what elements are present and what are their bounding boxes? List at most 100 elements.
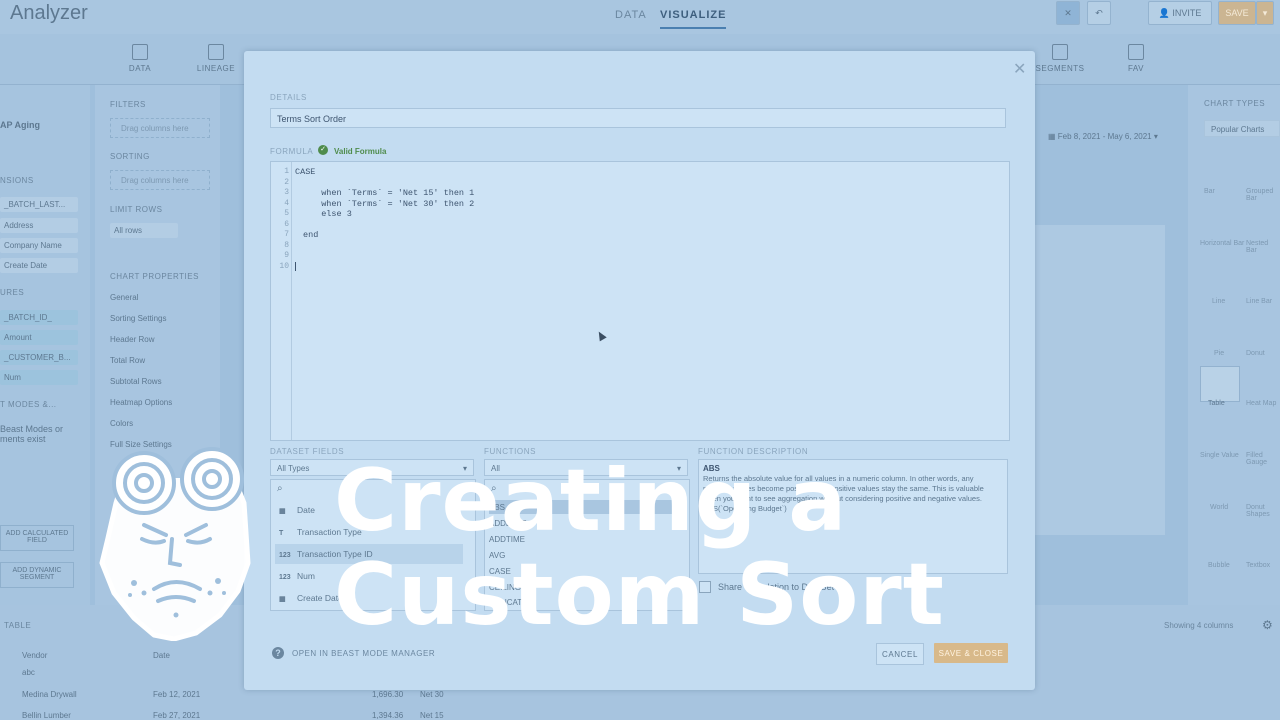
prop-header-row[interactable]: Header Row xyxy=(110,335,154,344)
video-title-line2: Custom Sort xyxy=(334,545,945,645)
prop-heatmap-options[interactable]: Heatmap Options xyxy=(110,398,172,407)
save-close-button[interactable]: SAVE & CLOSE xyxy=(934,643,1008,663)
prop-colors[interactable]: Colors xyxy=(110,419,133,428)
formula-editor[interactable]: 1 2 3 4 5 6 7 8 9 10 CASE when `Terms` =… xyxy=(270,161,1010,441)
line-number: 4 xyxy=(284,198,289,208)
prop-subtotal-rows[interactable]: Subtotal Rows xyxy=(110,377,162,386)
formula-label: FORMULA xyxy=(270,147,314,156)
chart-type-donut-shapes[interactable]: Donut Shapes xyxy=(1246,504,1280,518)
cancel-button[interactable]: CANCEL xyxy=(876,643,924,665)
table-cell: Feb 27, 2021 xyxy=(153,711,201,720)
name-input[interactable]: Terms Sort Order xyxy=(270,108,1006,128)
chart-type-donut[interactable]: Donut xyxy=(1246,350,1265,357)
chart-type-world[interactable]: World xyxy=(1210,504,1228,511)
chart-type-table-selected[interactable] xyxy=(1200,366,1240,402)
filters-dropzone[interactable]: Drag columns here xyxy=(110,118,210,138)
chart-preview-area xyxy=(1035,225,1165,535)
code-line: when `Terms` = 'Net 15' then 1 xyxy=(311,188,475,198)
invite-button[interactable]: 👤 INVITE xyxy=(1148,1,1212,25)
measure-item[interactable]: Num xyxy=(0,370,78,385)
chart-type-grouped-bar[interactable]: Grouped Bar xyxy=(1246,188,1280,202)
video-title-line1: Creating a xyxy=(334,451,848,551)
dimension-item[interactable]: Company Name xyxy=(0,238,78,253)
chart-type-single-value[interactable]: Single Value xyxy=(1200,452,1239,459)
chart-type-horizontal-bar[interactable]: Horizontal Bar xyxy=(1200,240,1244,247)
line-number: 5 xyxy=(284,209,289,218)
ribbon-lineage[interactable]: LINEAGE xyxy=(186,44,246,73)
limit-rows-select[interactable]: All rows xyxy=(110,223,178,238)
prop-sorting-settings[interactable]: Sorting Settings xyxy=(110,314,166,323)
dimensions-label: NSIONS xyxy=(0,176,34,185)
sorting-dropzone[interactable]: Drag columns here xyxy=(110,170,210,190)
line-number: 6 xyxy=(284,219,289,229)
date-type-icon: ▦ xyxy=(279,596,286,603)
field-name: Date xyxy=(297,505,315,515)
beastmodes-label: T MODES &... xyxy=(0,400,57,409)
measure-item[interactable]: _BATCH_ID_ xyxy=(0,310,78,325)
tab-visualize[interactable]: VISUALIZE xyxy=(660,9,727,29)
tab-data[interactable]: DATA xyxy=(615,9,647,21)
code-line: end xyxy=(303,230,319,240)
table-cell: 1,696.30 xyxy=(372,690,404,699)
col-date-header[interactable]: Date xyxy=(153,651,170,660)
tools-icon[interactable]: ✕ xyxy=(1056,1,1080,25)
chart-type-filled-gauge[interactable]: Filled Gauge xyxy=(1246,452,1280,466)
dimension-item[interactable]: _BATCH_LAST... xyxy=(0,197,78,212)
chart-properties-label: CHART PROPERTIES xyxy=(110,272,199,281)
chart-type-line[interactable]: Line xyxy=(1212,298,1225,305)
table-cell: Feb 12, 2021 xyxy=(153,690,201,699)
col-vendor-header[interactable]: Vendor xyxy=(22,651,47,660)
add-dynamic-segment-button[interactable]: ADD DYNAMIC SEGMENT xyxy=(0,562,74,588)
table-cell: Net 30 xyxy=(420,690,444,699)
showing-count: Showing 4 columns xyxy=(1164,621,1234,630)
chart-type-bubble[interactable]: Bubble xyxy=(1208,562,1230,569)
field-type-value: All Types xyxy=(277,464,310,473)
gear-icon[interactable]: ⚙ xyxy=(1262,618,1273,632)
prop-total-row[interactable]: Total Row xyxy=(110,356,145,365)
date-range-picker[interactable]: ▦ Feb 8, 2021 - May 6, 2021 ▾ xyxy=(1048,132,1158,141)
ribbon-segments[interactable]: SEGMENTS xyxy=(1030,44,1090,73)
open-beast-mode-manager-link[interactable]: OPEN IN BEAST MODE MANAGER xyxy=(292,649,435,658)
chart-icon xyxy=(1128,44,1144,60)
chart-type-bar[interactable]: Bar xyxy=(1204,188,1215,195)
chart-type-line-bar[interactable]: Line Bar xyxy=(1246,298,1272,305)
prop-general[interactable]: General xyxy=(110,293,138,302)
number-type-icon: 123 xyxy=(279,574,291,581)
ribbon-label: DATA xyxy=(128,64,152,73)
save-dropdown-icon[interactable]: ▾ xyxy=(1256,1,1274,25)
chart-type-textbox[interactable]: Textbox xyxy=(1246,562,1270,569)
add-calculated-field-button[interactable]: ADD CALCULATED FIELD xyxy=(0,525,74,551)
chart-type-heat-map[interactable]: Heat Map xyxy=(1246,400,1276,407)
valid-formula-label: Valid Formula xyxy=(334,147,387,156)
chart-category-select[interactable]: Popular Charts xyxy=(1204,120,1280,137)
search-icon[interactable]: ⌕ xyxy=(277,483,283,494)
measures-label: URES xyxy=(0,288,25,297)
save-button[interactable]: SAVE xyxy=(1218,1,1256,25)
help-icon[interactable]: ? xyxy=(272,647,284,659)
text-type-icon: T xyxy=(279,530,284,537)
line-number: 2 xyxy=(284,177,289,187)
calendar-icon: ▦ xyxy=(1048,132,1058,141)
dimension-item[interactable]: Address xyxy=(0,218,78,233)
undo-icon[interactable]: ↶ xyxy=(1087,1,1111,25)
invite-label: INVITE xyxy=(1172,8,1202,18)
dataset-name: AP Aging xyxy=(0,120,40,130)
vendor-filter[interactable]: abc xyxy=(22,668,35,677)
measure-item[interactable]: _CUSTOMER_B... xyxy=(0,350,78,365)
dimension-item[interactable]: Create Date xyxy=(0,258,78,273)
line-number: 1 xyxy=(284,167,289,176)
ribbon-data[interactable]: DATA xyxy=(110,44,170,73)
line-number: 3 xyxy=(284,188,289,197)
field-name: Num xyxy=(297,571,315,581)
chart-type-grid: Bar Grouped Bar Horizontal Bar Nested Ba… xyxy=(1196,152,1280,602)
app-title: Analyzer xyxy=(10,2,88,24)
ribbon-fav[interactable]: FAV xyxy=(1106,44,1166,73)
close-icon[interactable]: ✕ xyxy=(1013,59,1026,79)
chart-type-pie[interactable]: Pie xyxy=(1214,350,1224,357)
chart-type-nested-bar[interactable]: Nested Bar xyxy=(1246,240,1280,254)
line-number: 8 xyxy=(284,240,289,250)
chart-type-table[interactable]: Table xyxy=(1208,400,1225,407)
table-cell: 1,394.36 xyxy=(372,711,404,720)
table-cell: Net 15 xyxy=(420,711,444,720)
measure-item[interactable]: Amount xyxy=(0,330,78,345)
